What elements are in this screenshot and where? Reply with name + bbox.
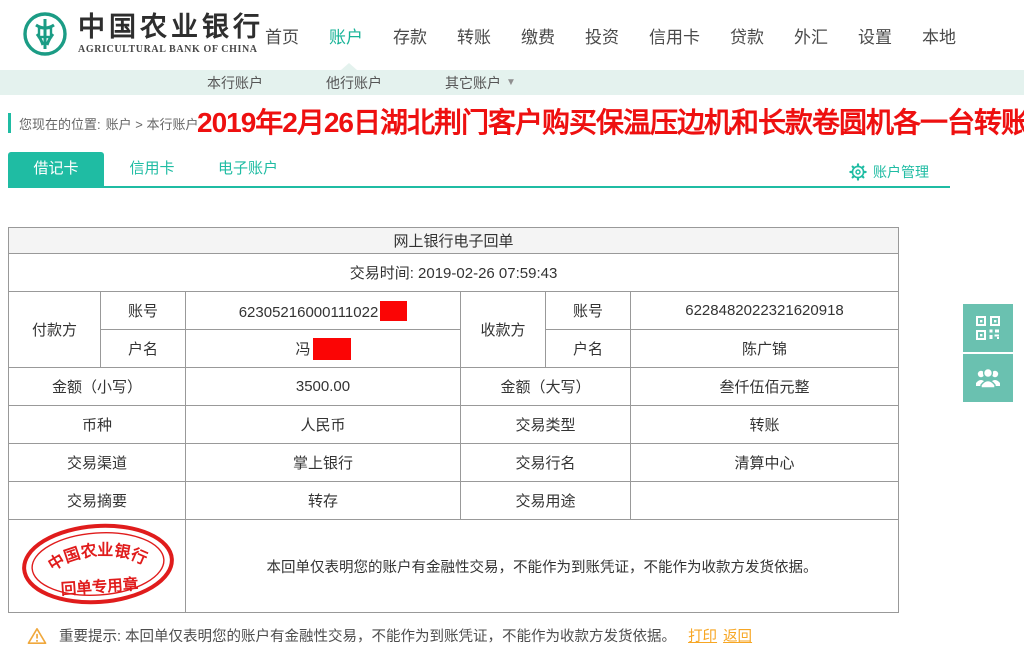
caret-down-icon: ▼ (506, 77, 516, 88)
abc-ebank-page: 中国农业银行 AGRICULTURAL BANK OF CHINA 首页 账户 … (0, 0, 1024, 653)
tx-type-value: 转账 (629, 405, 900, 444)
tx-type-label: 交易类型 (460, 405, 631, 444)
payee-group-label: 收款方 (460, 291, 546, 368)
amount-upper-value: 叁仟伍佰元整 (629, 367, 900, 406)
subnav-active-notch (341, 63, 357, 70)
nav-item-investment[interactable]: 投资 (585, 23, 619, 48)
transaction-time-label: 交易时间: (349, 265, 414, 282)
stamp-text-bottom: 回单专用章 (60, 574, 139, 598)
top-header: 中国农业银行 AGRICULTURAL BANK OF CHINA 首页 账户 … (0, 0, 1024, 70)
channel-label: 交易渠道 (8, 443, 186, 482)
tab-debit-card[interactable]: 借记卡 (8, 152, 104, 186)
currency-label: 币种 (8, 405, 186, 444)
nav-item-accounts[interactable]: 账户 (329, 23, 363, 48)
print-link[interactable]: 打印 (688, 625, 717, 646)
nav-item-transfer[interactable]: 转账 (457, 23, 491, 48)
account-manage-button[interactable]: 账户管理 (849, 162, 929, 182)
receipt-disclaimer: 本回单仅表明您的账户有金融性交易，不能作为到账凭证，不能作为收款方发货依据。 (184, 519, 900, 613)
subnav-item-our-bank-accounts[interactable]: 本行账户 (207, 73, 263, 93)
tab-e-account[interactable]: 电子账户 (200, 152, 296, 186)
bank-receipt-stamp: 中国农业银行 回单专用章 (22, 523, 174, 605)
payer-name-value: 冯 (185, 329, 461, 368)
people-icon (976, 367, 1000, 389)
transaction-time-row: 交易时间: 2019-02-26 07:59:43 (7, 253, 900, 292)
main-nav: 首页 账户 存款 转账 缴费 投资 信用卡 贷款 外汇 设置 本地 (265, 0, 956, 70)
footer-notice-text: 重要提示: 本回单仅表明您的账户有金融性交易，不能作为到账凭证，不能作为收款方发… (59, 629, 677, 645)
nav-item-home[interactable]: 首页 (265, 23, 299, 48)
svg-text:中国农业银行: 中国农业银行 (44, 537, 152, 575)
summary-value: 转存 (185, 481, 461, 520)
payer-account-value: 62305216000111022 (185, 291, 461, 330)
breadcrumb: 您现在的位置: 账户 > 本行账户 (8, 113, 198, 133)
footer-notice: 重要提示: 本回单仅表明您的账户有金融性交易，不能作为到账凭证，不能作为收款方发… (27, 625, 752, 646)
summary-label: 交易摘要 (8, 481, 186, 520)
card-tabs: 借记卡 信用卡 电子账户 (8, 152, 296, 186)
tab-credit-card[interactable]: 信用卡 (104, 152, 200, 186)
currency-value: 人民币 (185, 405, 461, 444)
transaction-time-value: 2019-02-26 07:59:43 (418, 265, 558, 282)
payee-account-value: 6228482022321620918 (629, 291, 900, 330)
stamp-cell: 中国农业银行 回单专用章 (8, 519, 186, 613)
side-toolbar (963, 304, 1013, 402)
redaction-block (312, 337, 351, 360)
nav-item-deposits[interactable]: 存款 (393, 23, 427, 48)
payer-group-label: 付款方 (8, 291, 101, 368)
accounts-subnav: 本行账户 他行账户 其它账户 ▼ (0, 63, 1024, 95)
bank-name-value: 清算中心 (629, 443, 900, 482)
amount-lower-label: 金额（小写） (8, 367, 186, 406)
tabs-underline (8, 186, 950, 188)
purpose-value (629, 481, 900, 520)
abc-logo-icon (23, 12, 67, 56)
brand-name-cn: 中国农业银行 (78, 12, 264, 43)
nav-item-loans[interactable]: 贷款 (730, 23, 764, 48)
nav-item-settings[interactable]: 设置 (858, 23, 892, 48)
nav-item-forex[interactable]: 外汇 (794, 23, 828, 48)
subnav-item-other-accounts[interactable]: 其它账户 ▼ (445, 73, 516, 93)
payer-name-label: 户名 (100, 329, 186, 368)
qr-code-icon (976, 316, 1000, 340)
brand-logo: 中国农业银行 AGRICULTURAL BANK OF CHINA (22, 11, 264, 57)
e-receipt-table: 网上银行电子回单 交易时间: 2019-02-26 07:59:43 付款方 账… (7, 227, 900, 613)
amount-upper-label: 金额（大写） (460, 367, 631, 406)
nav-item-payments[interactable]: 缴费 (521, 23, 555, 48)
redaction-block (380, 300, 408, 321)
amount-lower-value: 3500.00 (185, 367, 461, 406)
channel-value: 掌上银行 (185, 443, 461, 482)
customer-service-button[interactable] (963, 354, 1013, 402)
purpose-label: 交易用途 (460, 481, 631, 520)
breadcrumb-path: 账户 > 本行账户 (105, 116, 199, 132)
annotation-overlay-text: 2019年2月26日湖北荆门客户购买保温压边机和长款卷圆机各一台转账3500元至… (197, 107, 1024, 138)
nav-item-local[interactable]: 本地 (922, 23, 956, 48)
payee-name-value: 陈广锦 (629, 329, 900, 368)
back-link[interactable]: 返回 (723, 625, 752, 646)
payee-account-label: 账号 (545, 291, 631, 330)
warning-icon (27, 627, 47, 644)
receipt-title: 网上银行电子回单 (7, 227, 900, 254)
breadcrumb-label: 您现在的位置: (19, 116, 101, 132)
stamp-text-top: 中国农业银行 (44, 537, 152, 575)
brand-name-en: AGRICULTURAL BANK OF CHINA (78, 43, 258, 55)
brand-text: 中国农业银行 AGRICULTURAL BANK OF CHINA (78, 12, 264, 55)
account-manage-label: 账户管理 (873, 164, 929, 180)
subnav-item-other-bank-accounts[interactable]: 他行账户 (326, 73, 382, 93)
payer-account-label: 账号 (100, 291, 186, 330)
qr-code-button[interactable] (963, 304, 1013, 352)
bank-name-label: 交易行名 (460, 443, 631, 482)
nav-item-credit-card[interactable]: 信用卡 (649, 23, 700, 48)
gear-icon (849, 163, 867, 181)
payee-name-label: 户名 (545, 329, 631, 368)
